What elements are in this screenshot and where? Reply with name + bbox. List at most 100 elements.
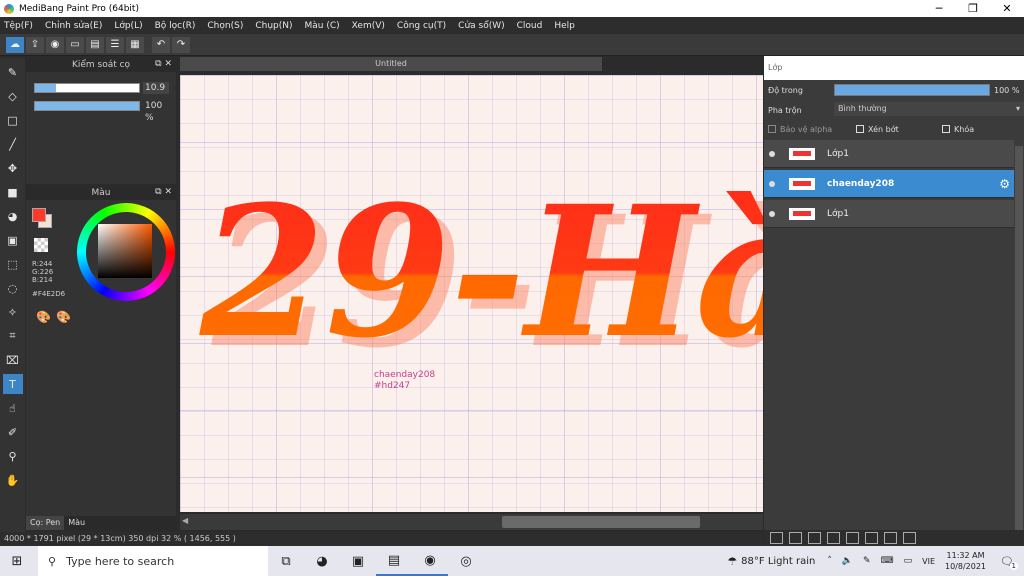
display-icon[interactable]: ▭ (904, 556, 913, 566)
gear-icon[interactable]: ⚙ (999, 177, 1010, 191)
panel-close-icon[interactable]: ⧉ ✕ (155, 59, 172, 69)
language-indicator[interactable]: VIE (922, 557, 935, 566)
list-icon[interactable]: ☰ (106, 36, 124, 53)
layer-scrollbar[interactable] (1015, 146, 1023, 530)
keyboard-icon[interactable]: ⌨ (881, 556, 894, 566)
palette-add-icon[interactable]: 🎨 (56, 310, 71, 324)
photo-app-icon[interactable]: ▤ (376, 546, 412, 576)
redo-icon[interactable]: ↷ (172, 36, 190, 53)
chat-icon[interactable]: ▭ (66, 36, 84, 53)
panel-close-icon[interactable]: ⧉ ✕ (155, 187, 172, 197)
layer-row-selected[interactable]: chaenday208 ⚙ (764, 170, 1014, 198)
menu-window[interactable]: Cửa sổ(W) (458, 21, 504, 31)
brush-size-value[interactable]: 10.9 (143, 82, 169, 94)
maximize-button[interactable]: ❐ (956, 2, 990, 15)
color-swatches[interactable] (32, 208, 54, 230)
grid-icon[interactable]: ▦ (126, 36, 144, 53)
lasso-tool-icon[interactable]: ◌ (3, 278, 23, 298)
chevron-up-icon[interactable]: ˄ (827, 556, 832, 566)
blur-tool-icon[interactable]: ✐ (3, 422, 23, 442)
edge-icon[interactable]: ◕ (304, 546, 340, 576)
select-tool-icon[interactable]: ⬚ (3, 254, 23, 274)
folder-icon[interactable] (846, 532, 859, 544)
tab-color[interactable]: Màu (64, 516, 89, 530)
protect-alpha-checkbox[interactable] (768, 125, 776, 133)
brush-tool-icon[interactable]: ✎ (3, 62, 23, 82)
move-tool-icon[interactable]: ✥ (3, 158, 23, 178)
fill-rect-tool-icon[interactable]: ■ (3, 182, 23, 202)
minimize-button[interactable]: ─ (922, 2, 956, 15)
menu-color[interactable]: Màu (C) (305, 21, 340, 31)
rectangle-tool-icon[interactable]: □ (3, 110, 23, 130)
brush-opacity-slider[interactable] (34, 101, 140, 111)
clipping-checkbox[interactable] (856, 125, 864, 133)
weather-icon[interactable]: ☂ (727, 555, 737, 568)
select-pen-tool-icon[interactable]: ⌗ (3, 326, 23, 346)
layer-row[interactable]: Lớp1 (764, 140, 1014, 168)
cloud-icon[interactable]: ☁ (6, 36, 24, 53)
canvas[interactable]: 29-Hà 29-Hà chaenday208 #hd247 (180, 75, 763, 512)
scroll-thumb[interactable] (502, 516, 700, 528)
medibang-icon[interactable]: ◉ (412, 546, 448, 576)
magic-wand-tool-icon[interactable]: ✧ (3, 302, 23, 322)
layer-opacity-slider[interactable] (834, 84, 990, 96)
volume-icon[interactable]: 🔈 (842, 556, 853, 566)
brush-size-slider[interactable] (34, 83, 140, 93)
add-layer-icon[interactable] (827, 532, 840, 544)
undo-icon[interactable]: ↶ (152, 36, 170, 53)
duplicate-layer-icon[interactable] (865, 532, 878, 544)
windows-start-icon[interactable]: ⊞ (0, 546, 34, 576)
saturation-square[interactable] (98, 224, 152, 278)
menu-cloud[interactable]: Cloud (517, 21, 543, 31)
menu-layer[interactable]: Lớp(L) (114, 21, 142, 31)
menu-filter[interactable]: Bộ lọc(R) (155, 21, 196, 31)
layer-row[interactable]: Lớp1 (764, 200, 1014, 228)
document-icon[interactable]: ▤ (86, 36, 104, 53)
visibility-icon[interactable] (769, 150, 775, 157)
trash-icon[interactable] (903, 532, 916, 544)
new-color-layer-icon[interactable] (789, 532, 802, 544)
horizontal-scrollbar[interactable]: ◀ (180, 514, 763, 530)
primary-color-swatch[interactable] (32, 208, 46, 222)
operation-tool-icon[interactable]: ☝ (3, 398, 23, 418)
pen-icon[interactable]: ✎ (863, 556, 871, 566)
share-icon[interactable]: ⇪ (26, 36, 44, 53)
document-tab[interactable]: Untitled (180, 57, 602, 71)
notification-icon[interactable]: 🗨 1 (1000, 555, 1018, 570)
hand-tool-icon[interactable]: ✋ (3, 470, 23, 490)
clock[interactable]: 11:32 AM 10/8/2021 (945, 550, 986, 572)
scroll-left-icon[interactable]: ◀ (182, 516, 188, 525)
text-tool-icon[interactable]: T (2, 374, 23, 394)
bucket-tool-icon[interactable]: ◕ (3, 206, 23, 226)
select-eraser-tool-icon[interactable]: ⌧ (3, 350, 23, 370)
new-layer-icon[interactable] (770, 532, 783, 544)
line-tool-icon[interactable]: ╱ (3, 134, 23, 154)
tab-brush[interactable]: Cọ: Pen (26, 516, 65, 530)
comment-icon[interactable]: ◉ (46, 36, 64, 53)
task-view-icon[interactable]: ⧉ (268, 546, 304, 576)
zoom-icon[interactable]: ▣ (340, 546, 376, 576)
search-box[interactable]: ⚲ Type here to search (38, 546, 268, 576)
gradient-tool-icon[interactable]: ▣ (3, 230, 23, 250)
merge-layer-icon[interactable] (884, 532, 897, 544)
close-button[interactable]: ✕ (990, 2, 1024, 15)
menu-view[interactable]: Xem(V) (352, 21, 385, 31)
menu-capture[interactable]: Chụp(N) (255, 21, 292, 31)
lock-checkbox[interactable] (942, 125, 950, 133)
eyedropper-tool-icon[interactable]: ⚲ (3, 446, 23, 466)
chrome-icon[interactable]: ◎ (448, 546, 484, 576)
eraser-tool-icon[interactable]: ◇ (3, 86, 23, 106)
visibility-icon[interactable] (769, 180, 775, 187)
visibility-icon[interactable] (769, 210, 775, 217)
menu-select[interactable]: Chọn(S) (207, 21, 243, 31)
menu-edit[interactable]: Chỉnh sửa(E) (45, 21, 102, 31)
blend-mode-select[interactable]: Bình thường ▾ (834, 102, 1024, 116)
new-halftone-layer-icon[interactable] (808, 532, 821, 544)
transparent-swatch[interactable] (34, 238, 48, 252)
menu-file[interactable]: Tệp(F) (4, 21, 33, 31)
menu-help[interactable]: Help (554, 21, 575, 31)
color-wheel[interactable] (77, 203, 175, 301)
weather-text[interactable]: 88°F Light rain (741, 556, 815, 567)
menu-tools[interactable]: Công cụ(T) (397, 21, 446, 31)
palette-icon[interactable]: 🎨 (36, 310, 51, 324)
